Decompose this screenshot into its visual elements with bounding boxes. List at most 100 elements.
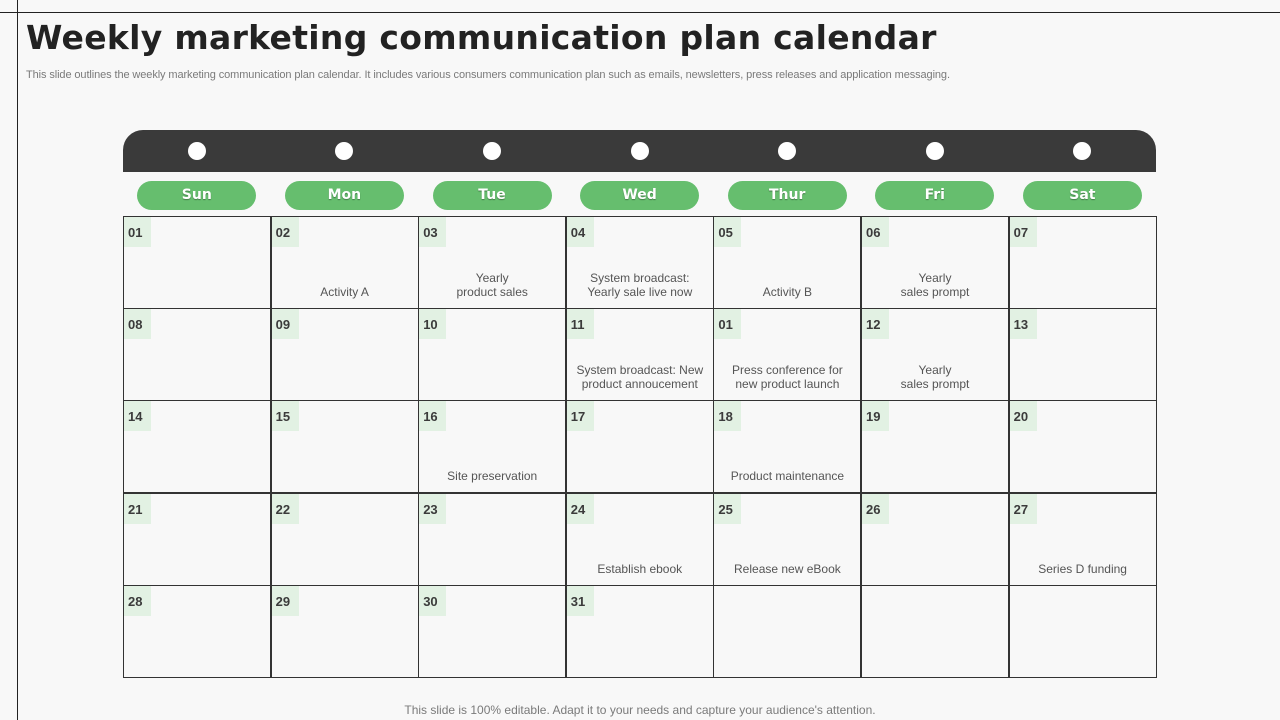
calendar-day-cell[interactable] [861, 584, 1009, 678]
calendar-day-cell[interactable]: 14 [123, 400, 271, 494]
calendar-day-cell[interactable]: 16 Site preservation [418, 400, 567, 494]
day-number: 27 [1009, 493, 1037, 524]
day-number: 24 [566, 493, 594, 524]
binder-ring-icon [483, 142, 501, 160]
day-number: 18 [714, 401, 742, 432]
weekday-label-thur: Thur [727, 181, 847, 210]
binder-ring-icon [925, 142, 944, 160]
day-number: 30 [419, 585, 447, 616]
event-label: System broadcast: New product annoucemen… [576, 363, 704, 392]
event-label: System broadcast: Yearly sale live now [587, 271, 693, 299]
calendar-day-cell[interactable]: 18 Product maintenance [713, 400, 862, 494]
calendar-day-cell[interactable]: 24 Establish ebook [565, 492, 714, 586]
calendar-day-cell[interactable]: 10 [418, 308, 567, 402]
event-label: Release new eBook [734, 561, 841, 576]
calendar-day-cell[interactable]: 11 System broadcast: New product annoucem… [565, 308, 714, 402]
day-number: 06 [862, 217, 889, 247]
calendar-day-cell[interactable]: 07 [1008, 216, 1157, 309]
weekday-label-tue: Tue [432, 181, 552, 210]
event-label: Yearly product sales [456, 271, 528, 299]
weekday-label-sun: Sun [137, 181, 257, 210]
calendar-grid: 01 02 Activity A 03 Yearly product sales 04 Sy… [123, 216, 1157, 678]
event-label: Series D funding [1038, 561, 1127, 576]
day-number: 10 [419, 309, 447, 340]
day-number: 25 [714, 493, 742, 524]
binder-ring-icon [1073, 142, 1092, 160]
day-number: 29 [271, 585, 299, 616]
calendar-day-cell[interactable]: 15 [270, 400, 419, 494]
weekday-label-sat: Sat [1022, 181, 1142, 210]
day-number: 08 [124, 309, 151, 340]
event-label: Activity B [762, 285, 813, 299]
calendar-day-cell[interactable]: 09 [270, 308, 419, 402]
calendar-day-cell[interactable]: 31 [565, 584, 714, 678]
weekday-label-wed: Wed [580, 181, 700, 210]
calendar-day-cell[interactable]: 20 [1008, 400, 1157, 494]
slide-guide-horizontal [0, 12, 1280, 13]
day-number: 19 [862, 401, 889, 432]
day-number: 12 [862, 309, 889, 340]
day-number: 26 [862, 493, 889, 524]
day-number: 09 [271, 309, 299, 340]
event-label: Site preservation [447, 469, 538, 484]
calendar-day-cell[interactable]: 12 Yearly sales prompt [861, 308, 1009, 402]
day-number: 04 [566, 217, 594, 247]
binder-ring-icon [778, 142, 797, 160]
calendar-day-cell[interactable]: 03 Yearly product sales [418, 216, 567, 309]
calendar-day-cell[interactable]: 21 [123, 492, 271, 586]
day-number: 20 [1009, 401, 1037, 432]
calendar-day-cell[interactable]: 13 [1008, 308, 1157, 402]
calendar-day-cell[interactable]: 29 [270, 584, 419, 678]
day-number: 02 [271, 217, 299, 247]
calendar-day-cell[interactable]: 02 Activity A [270, 216, 419, 309]
page-title: Weekly marketing communication plan cale… [26, 18, 937, 57]
day-number: 14 [124, 401, 151, 432]
binder-ring-icon [335, 142, 354, 160]
calendar-day-cell[interactable]: 01 Press conference for new product launc… [713, 308, 862, 402]
day-number: 23 [419, 493, 447, 524]
day-number: 21 [124, 493, 151, 524]
day-number: 11 [566, 309, 594, 340]
calendar-day-cell[interactable]: 06 Yearly sales prompt [861, 216, 1009, 309]
calendar-binder-bar [123, 130, 1156, 172]
event-label: Activity A [320, 285, 369, 299]
day-number: 13 [1009, 309, 1037, 340]
calendar-day-cell[interactable]: 23 [418, 492, 567, 586]
day-number: 01 [714, 309, 742, 340]
event-label: Press conference for new product launch [732, 363, 843, 392]
calendar-day-cell[interactable]: 08 [123, 308, 271, 402]
day-number: 03 [419, 217, 447, 247]
day-number: 31 [566, 585, 594, 616]
calendar-day-cell[interactable]: 19 [861, 400, 1009, 494]
day-number: 15 [271, 401, 299, 432]
event-label: Product maintenance [730, 469, 845, 484]
calendar-day-cell[interactable]: 28 [123, 584, 271, 678]
calendar-day-cell[interactable]: 01 [123, 216, 271, 309]
day-number: 17 [566, 401, 594, 432]
binder-ring-icon [187, 142, 206, 160]
calendar-day-cell[interactable] [713, 584, 862, 678]
calendar-day-cell[interactable]: 22 [270, 492, 419, 586]
calendar-day-cell[interactable]: 17 [565, 400, 714, 494]
calendar-day-cell[interactable]: 04 System broadcast: Yearly sale live now [565, 216, 714, 309]
calendar-day-cell[interactable]: 30 [418, 584, 567, 678]
calendar-day-cell[interactable] [1008, 584, 1157, 678]
day-number: 16 [419, 401, 447, 432]
footer-note: This slide is 100% editable. Adapt it to… [404, 703, 876, 717]
calendar-day-cell[interactable]: 26 [861, 492, 1009, 586]
event-label: Yearly sales prompt [900, 363, 970, 392]
calendar-day-cell[interactable]: 05 Activity B [713, 216, 862, 309]
calendar-day-cell[interactable]: 25 Release new eBook [713, 492, 862, 586]
day-number: 28 [124, 585, 151, 616]
event-label: Establish ebook [597, 561, 683, 576]
event-label: Yearly sales prompt [900, 271, 970, 299]
calendar-day-cell[interactable]: 27 Series D funding [1008, 492, 1157, 586]
day-number: 22 [271, 493, 299, 524]
binder-ring-icon [630, 142, 649, 160]
day-number: 05 [714, 217, 742, 247]
weekday-label-fri: Fri [875, 181, 995, 210]
slide-guide-vertical [17, 0, 18, 720]
weekday-label-mon: Mon [284, 181, 404, 210]
day-number: 07 [1009, 217, 1037, 247]
page-subtitle: This slide outlines the weekly marketing… [26, 69, 950, 81]
